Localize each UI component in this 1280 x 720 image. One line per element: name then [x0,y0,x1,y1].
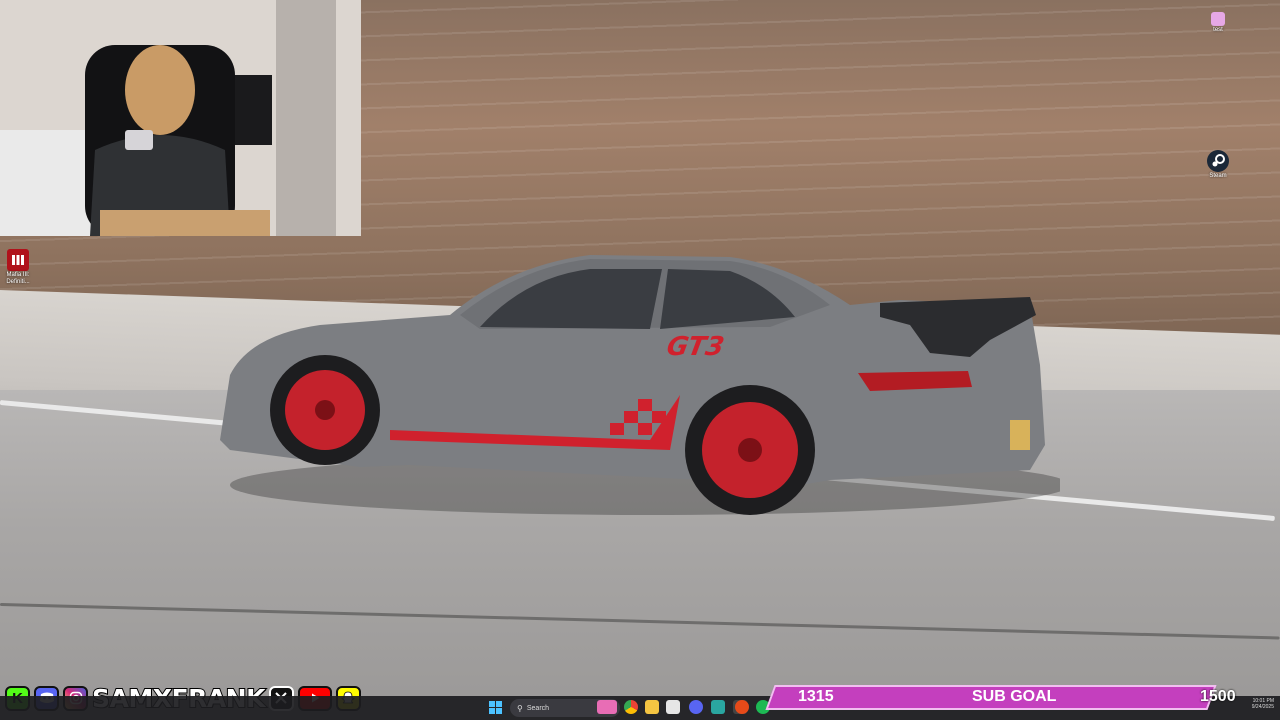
car-front-wheel [270,355,380,465]
taskbar-app-obs[interactable] [711,700,725,714]
desktop-icon-label: Steam [1209,173,1227,179]
desktop-icon-steam[interactable]: Steam [1203,150,1233,180]
windows-logo-icon [489,701,502,714]
search-icon: ⚲ [517,703,523,713]
car-checker-4 [638,399,652,411]
webcam-door [276,0,336,236]
webcam-box [100,210,270,236]
sub-goal-target: 1500 [1200,688,1236,705]
webcam-feed [0,0,361,236]
car-checker-5 [652,411,666,423]
taskbar-clock[interactable]: 10:01 PM 9/24/2025 [1232,698,1274,710]
car-rear-wheel [685,385,815,515]
search-placeholder: Search [526,704,550,712]
clock-date: 9/24/2025 [1251,704,1274,710]
car-badge: GT3 [664,332,726,362]
car-checker-2 [624,411,638,423]
mafia-game-icon [7,249,29,271]
desktop-icon-label: Mafia III: Definiti... [6,272,30,285]
sub-goal-current: 1315 [798,688,834,705]
desktop-icon-mafia[interactable]: Mafia III: Definiti... [3,249,33,286]
taskbar-app-discord[interactable] [689,700,703,714]
taskbar-app-browser[interactable] [735,700,749,714]
taskbar-app-chrome[interactable] [624,700,638,714]
car-checker-3 [638,423,652,435]
start-button[interactable] [489,701,502,714]
taskbar-app-file-explorer[interactable] [645,700,659,714]
desktop-icon-label: test [1213,27,1223,33]
taskbar-app-widget[interactable] [597,700,617,714]
shortcut-app-icon [1211,12,1225,26]
car-checker-1 [610,423,624,435]
taskbar-app-store[interactable] [666,700,680,714]
desktop-icon-test[interactable]: test [1203,12,1233,34]
webcam-phone [125,130,153,150]
sub-goal-label: SUB GOAL [972,688,1057,705]
webcam-person-head [125,45,195,135]
wallpaper-car: GT3 [220,255,1060,515]
steam-icon [1207,150,1229,172]
car-license-plate [1010,420,1030,450]
